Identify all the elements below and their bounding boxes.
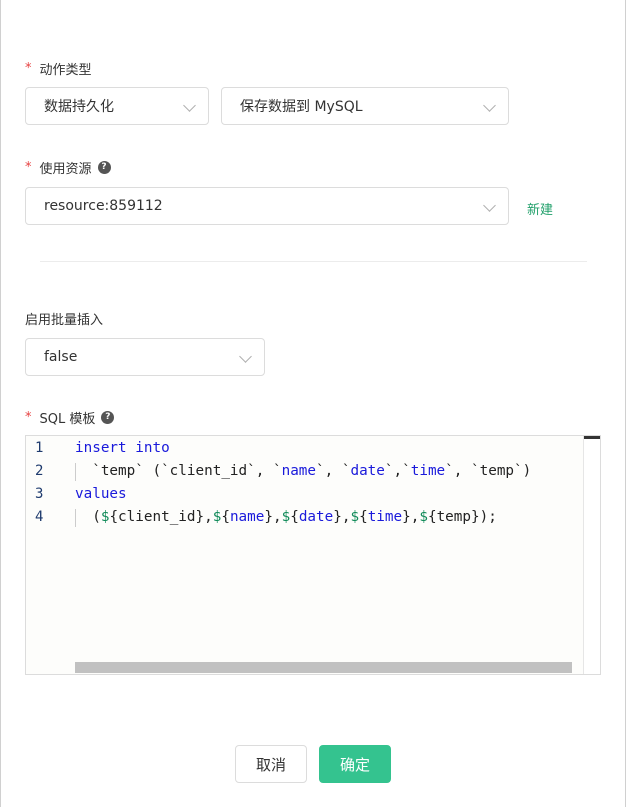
code-token: date xyxy=(350,463,385,479)
code-token: $ xyxy=(419,509,428,525)
code-token: { xyxy=(359,509,368,525)
cancel-button[interactable]: 取消 xyxy=(235,745,307,783)
chevron-down-icon xyxy=(239,350,252,363)
line-number: 2 xyxy=(35,463,44,479)
action-category-value: 数据持久化 xyxy=(44,99,114,115)
code-token: }, xyxy=(264,509,282,525)
resource-value: resource:859112 xyxy=(44,198,163,214)
scrollbar-thumb-top[interactable] xyxy=(584,436,600,439)
chevron-down-icon xyxy=(483,199,496,212)
resource-label: 使用资源 xyxy=(39,161,92,177)
line-number: 3 xyxy=(35,486,44,502)
action-type-label-row: * 动作类型 xyxy=(25,59,92,78)
code-line: `temp` (`client_id`, `name`, `date`,`tim… xyxy=(75,463,531,479)
line-number: 1 xyxy=(35,440,44,456)
sql-code-editor[interactable]: 1234 insert into `temp` (`client_id`, `n… xyxy=(25,435,601,675)
vertical-scrollbar[interactable] xyxy=(583,436,600,674)
batch-insert-value: false xyxy=(44,349,78,365)
code-token: { xyxy=(290,509,299,525)
required-mark: * xyxy=(25,60,32,76)
code-token: time xyxy=(410,463,446,479)
code-token: }, xyxy=(402,509,420,525)
code-line: values xyxy=(75,486,127,502)
code-token: name xyxy=(229,509,265,525)
code-token: `, `temp`) xyxy=(445,463,532,479)
action-select[interactable]: 保存数据到 MySQL xyxy=(221,87,509,125)
code-token: { xyxy=(221,509,230,525)
help-icon[interactable]: ? xyxy=(101,410,115,424)
resource-select[interactable]: resource:859112 xyxy=(25,187,509,225)
batch-insert-label: 启用批量插入 xyxy=(25,312,104,328)
code-token: insert xyxy=(75,440,127,456)
code-token: ( xyxy=(75,509,101,525)
code-token: `, ` xyxy=(316,463,351,479)
code-token: into xyxy=(135,440,170,456)
chevron-down-icon xyxy=(483,99,496,112)
help-icon[interactable]: ? xyxy=(97,160,111,174)
code-token: name xyxy=(281,463,317,479)
code-token: `,` xyxy=(384,463,411,479)
code-token: time xyxy=(367,509,403,525)
action-type-label: 动作类型 xyxy=(39,62,92,78)
sql-template-label-row: * SQL 模板 ? xyxy=(25,408,115,427)
divider xyxy=(40,261,587,262)
code-token: date xyxy=(298,509,334,525)
code-token: }, xyxy=(333,509,351,525)
required-mark: * xyxy=(25,159,32,175)
indent-guide xyxy=(75,463,76,481)
required-mark: * xyxy=(25,409,32,425)
new-resource-link[interactable]: 新建 xyxy=(527,199,553,218)
code-line: insert into xyxy=(75,440,170,456)
line-number: 4 xyxy=(35,509,44,525)
horizontal-scrollbar-thumb[interactable] xyxy=(75,662,572,673)
code-token: values xyxy=(75,486,127,502)
code-token: {temp}); xyxy=(427,509,497,525)
batch-insert-select[interactable]: false xyxy=(25,338,265,376)
confirm-button[interactable]: 确定 xyxy=(319,745,391,783)
chevron-down-icon xyxy=(183,99,196,112)
sql-template-label: SQL 模板 xyxy=(39,411,96,427)
code-token: `temp` (`client_id`, ` xyxy=(75,463,282,479)
indent-guide xyxy=(75,509,76,527)
code-line: (${client_id},${name},${date},${time},${… xyxy=(75,509,497,525)
resource-label-row: * 使用资源 ? xyxy=(25,158,111,177)
code-token: $ xyxy=(350,509,360,525)
dialog-left-border xyxy=(0,0,1,807)
batch-insert-label-row: 启用批量插入 xyxy=(25,309,104,328)
code-token: $ xyxy=(281,509,291,525)
action-value: 保存数据到 MySQL xyxy=(240,99,363,115)
code-token: {client_id}, xyxy=(109,509,213,525)
action-category-select[interactable]: 数据持久化 xyxy=(25,87,209,125)
